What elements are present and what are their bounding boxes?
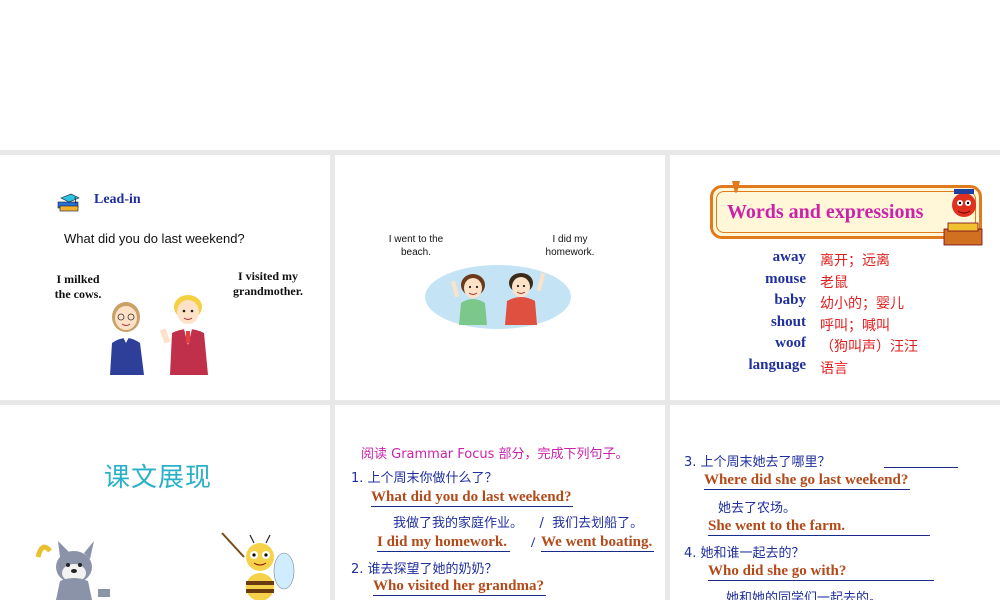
answer-2: Who visited her grandma? — [373, 578, 546, 596]
question-1: 1. 上个周末你做什么了？ — [351, 471, 498, 486]
speech-line: the cows. — [54, 287, 102, 301]
answer-separator: / — [531, 535, 536, 551]
answer-1-part-2: We went boating. — [541, 534, 655, 552]
blank-line — [884, 467, 958, 468]
speech-text-left: I went to the beach. — [381, 233, 451, 259]
vocab-row: baby 幼小的；婴儿 — [670, 292, 1000, 314]
two-kids-cloud-illustration — [423, 259, 573, 331]
vocab-english: baby — [774, 292, 806, 309]
speech-line: grandmother. — [233, 284, 303, 298]
slide-thumbnail-vocabulary[interactable]: Words and expressions away 离开；远离 mouse 老鼠 ba… — [670, 155, 1000, 400]
speech-text-left: I milked the cows. — [50, 272, 106, 302]
question-3-chinese: 她去了农场。 — [718, 501, 797, 516]
vocab-row: mouse 老鼠 — [670, 271, 1000, 293]
speech-line: I did my — [552, 234, 588, 245]
vocab-english: language — [748, 356, 806, 373]
slide-title: 课文展现 — [104, 463, 213, 493]
banner-title: Words and expressions — [727, 201, 924, 223]
answer-3: Where did she go last weekend? — [704, 472, 911, 490]
speech-text-right: I did my homework. — [535, 233, 605, 259]
question-4-chinese: 她和她的同学们一起去的。 — [726, 591, 883, 600]
slide-thumbnail-grammar-focus-2[interactable]: 3. 上个周末她去了哪里？ Where did she go last week… — [670, 405, 1000, 600]
answer-1: What did you do last weekend? — [371, 489, 574, 507]
vocab-chinese: 离开；远离 — [820, 253, 890, 269]
vocabulary-list: away 离开；远离 mouse 老鼠 baby 幼小的；婴儿 shout 呼叫；喊叫 woof… — [670, 249, 1000, 379]
vocab-english: woof — [775, 335, 806, 352]
answer-3-chinese-translation: She went to the farm. — [708, 518, 930, 536]
speech-text-right: I visited my grandmother. — [225, 269, 311, 299]
instruction-text: 阅读 Grammar Focus 部分，完成下列句子。 — [361, 447, 629, 462]
slide-thumbnail-activities[interactable]: I went to the beach. I did my homework. — [335, 155, 665, 400]
speech-line: I milked — [56, 272, 100, 286]
vocab-english: mouse — [765, 270, 806, 287]
vocab-chinese: 语言 — [820, 360, 848, 377]
cartoon-bee-icon — [218, 531, 298, 600]
speech-line: I visited my — [238, 269, 298, 283]
vocab-chinese: 呼叫；喊叫 — [820, 317, 890, 334]
vocab-english: shout — [770, 313, 806, 330]
two-students-illustration — [104, 285, 216, 375]
slide-thumbnail-lead-in[interactable]: Lead-in What did you do last weekend? I … — [0, 155, 330, 400]
answer-4: Who did she go with? — [708, 563, 934, 581]
question-4: 4. 她和谁一起去的？ — [684, 546, 805, 561]
book-globe-icon — [55, 188, 81, 214]
drip-decoration-icon — [730, 181, 742, 199]
section-label: Lead-in — [94, 192, 141, 207]
speech-line: I went to the — [388, 234, 444, 245]
cartoon-cat-icon — [24, 537, 114, 600]
vocab-row: language 语言 — [670, 357, 1000, 379]
top-blank-area — [0, 0, 1000, 150]
speech-line: beach. — [400, 247, 432, 258]
vocab-chinese: （狗叫声）汪汪 — [820, 339, 918, 356]
question-1-chinese: 我做了我的家庭作业。 / 我们去划船了。 — [393, 516, 644, 531]
vocab-row: woof （狗叫声）汪汪 — [670, 335, 1000, 357]
vocab-chinese: 幼小的；婴儿 — [820, 296, 904, 313]
reading-mascot-icon — [940, 185, 986, 247]
speech-line: homework. — [545, 247, 595, 258]
vocab-chinese: 老鼠 — [820, 274, 848, 291]
answer-1-part-1: I did my homework. — [377, 534, 511, 552]
slide-thumbnail-grammar-focus-1[interactable]: 阅读 Grammar Focus 部分，完成下列句子。 1. 上个周末你做什么了… — [335, 405, 665, 600]
lead-in-question: What did you do last weekend? — [64, 231, 245, 246]
vocab-row: away 离开；远离 — [670, 249, 1000, 271]
vocab-english: away — [772, 249, 806, 265]
question-3: 3. 上个周末她去了哪里？ — [684, 455, 831, 470]
question-2: 2. 谁去探望了她的奶奶？ — [351, 562, 498, 577]
vocab-row: shout 呼叫；喊叫 — [670, 314, 1000, 336]
slide-thumbnail-text-presentation[interactable]: 课文展现 — [0, 405, 330, 600]
